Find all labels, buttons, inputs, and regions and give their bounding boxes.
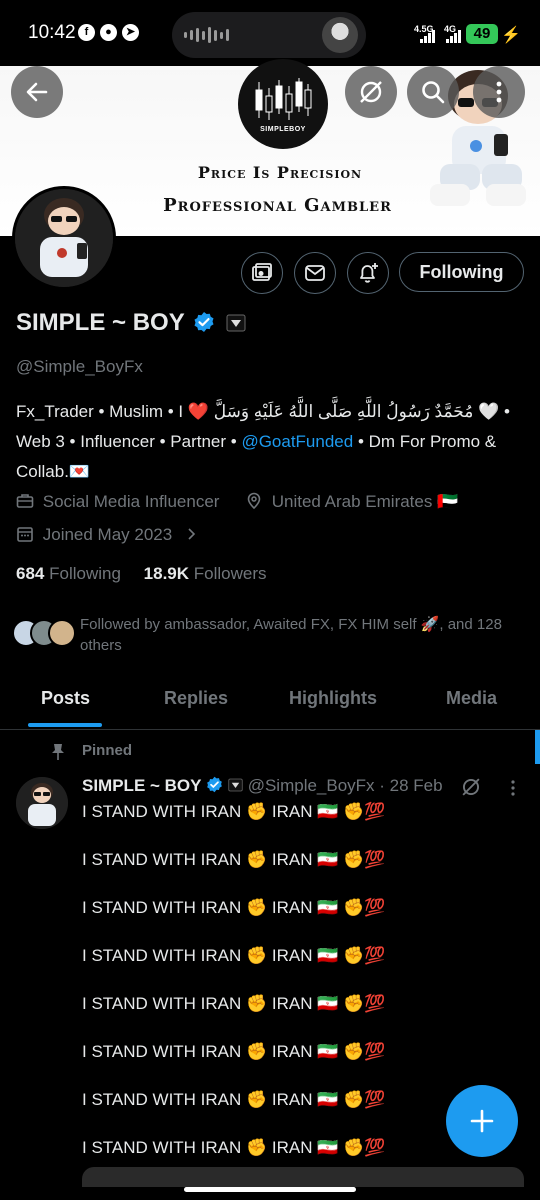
chevron-right-icon: [188, 528, 196, 540]
follow-counts: 684 Following 18.9K Followers: [16, 564, 267, 584]
followers-label: Followers: [193, 564, 267, 583]
subscribe-icon: [252, 263, 272, 281]
profile-category: Social Media Influencer: [16, 492, 219, 512]
post-avatar-image: [16, 777, 68, 829]
tab-indicator: [28, 723, 102, 727]
affiliate-badge-icon: [226, 314, 246, 332]
notification-icons: f ● ➤: [78, 24, 139, 41]
facebook-icon: f: [78, 24, 95, 41]
search-icon: [422, 81, 445, 104]
bio-mention-link[interactable]: @GoatFunded: [241, 432, 353, 451]
island-avatar: [322, 17, 358, 53]
category-text: Social Media Influencer: [42, 492, 220, 511]
avatar-image: [15, 189, 113, 287]
notify-button[interactable]: [347, 252, 389, 294]
profile-handle: @Simple_BoyFx: [16, 357, 143, 376]
profile-name: SIMPLE ~ BOY: [16, 309, 246, 337]
audio-wave-icon: [184, 27, 229, 43]
location-text: United Arab Emirates 🇦🇪: [271, 492, 459, 511]
compose-icon: [470, 1109, 494, 1133]
followed-by-text[interactable]: Followed by ambassador, Awaited FX, FX H…: [80, 614, 520, 656]
following-count: 684: [16, 564, 45, 583]
scroll-indicator: [535, 730, 540, 764]
verified-icon: [194, 312, 214, 332]
tab-highlights[interactable]: Highlights: [289, 688, 377, 709]
signal-icon-2: [446, 30, 461, 43]
post-affiliate-icon: [228, 778, 243, 792]
post-line: I STAND WITH IRAN ✊ IRAN 🇮🇷 ✊💯: [82, 1138, 386, 1157]
post-line: I STAND WITH IRAN ✊ IRAN 🇮🇷 ✊💯: [82, 1042, 386, 1061]
status-time: 10:42: [28, 22, 76, 43]
post-line: I STAND WITH IRAN ✊ IRAN 🇮🇷 ✊💯: [82, 994, 386, 1013]
more-button[interactable]: [473, 66, 525, 118]
post-grok-icon[interactable]: [460, 776, 482, 798]
post-header: SIMPLE ~ BOY @Simple_BoyFx · 28 Feb: [82, 776, 443, 796]
post-line: I STAND WITH IRAN ✊ IRAN 🇮🇷 ✊💯: [82, 802, 386, 821]
post-avatar[interactable]: [16, 777, 68, 829]
telegram-icon: ➤: [122, 24, 139, 41]
grok-button[interactable]: [345, 66, 397, 118]
back-arrow-icon: [26, 82, 48, 102]
signal-icon: [420, 30, 435, 43]
post-line: I STAND WITH IRAN ✊ IRAN 🇮🇷 ✊💯: [82, 898, 386, 917]
post-line: I STAND WITH IRAN ✊ IRAN 🇮🇷 ✊💯: [82, 946, 386, 965]
pinned-label: Pinned: [82, 742, 133, 759]
following-label: Following: [49, 564, 121, 583]
tab-posts[interactable]: Posts: [41, 688, 90, 709]
pin-icon: [52, 744, 64, 760]
post-line: I STAND WITH IRAN ✊ IRAN 🇮🇷 ✊💯: [82, 850, 386, 869]
home-indicator[interactable]: [184, 1187, 356, 1192]
more-icon: [496, 81, 502, 103]
post-line: I STAND WITH IRAN ✊ IRAN 🇮🇷 ✊💯: [82, 1090, 386, 1109]
profile-bio: Fx_Trader • Muslim • I ❤️ مُحَمَّدٌ رَسُ…: [16, 397, 528, 487]
followers-count: 18.9K: [143, 564, 190, 583]
tabs-divider: [0, 729, 540, 730]
briefcase-icon: [16, 494, 34, 508]
grok-icon: [360, 81, 382, 103]
post-author[interactable]: SIMPLE ~ BOY: [82, 776, 202, 795]
following-link[interactable]: 684 Following: [16, 564, 121, 583]
media-preview-edge: [82, 1167, 524, 1187]
following-button[interactable]: Following: [399, 252, 524, 292]
tab-replies[interactable]: Replies: [164, 688, 228, 709]
brand-logo-text: SIMPLEBOY: [260, 126, 306, 133]
profile-location: United Arab Emirates 🇦🇪: [245, 492, 458, 512]
post-handle-date: @Simple_BoyFx · 28 Feb: [247, 776, 443, 795]
joined-text: Joined May 2023: [42, 525, 173, 544]
bell-plus-icon: [360, 263, 378, 283]
message-button[interactable]: [294, 252, 336, 294]
post-verified-icon: [207, 776, 223, 793]
followers-link[interactable]: 18.9K Followers: [144, 564, 267, 583]
charging-icon: ⚡: [501, 27, 521, 44]
search-button[interactable]: [407, 66, 459, 118]
subscribe-button[interactable]: [241, 252, 283, 294]
message-icon: [305, 265, 325, 281]
post-more-icon[interactable]: [504, 779, 522, 797]
compose-button[interactable]: [446, 1085, 518, 1157]
location-icon: [247, 492, 261, 510]
profile-joined[interactable]: Joined May 2023: [16, 525, 199, 545]
battery-indicator: 49: [466, 24, 498, 44]
profile-avatar[interactable]: [12, 186, 116, 290]
back-button[interactable]: [11, 66, 63, 118]
calendar-icon: [17, 527, 33, 542]
followed-by-avatars: [12, 619, 76, 647]
tab-media[interactable]: Media: [446, 688, 497, 709]
candlestick-logo-icon: [255, 78, 312, 120]
snapchat-icon: ●: [100, 24, 117, 41]
profile-name-text: SIMPLE ~ BOY: [16, 309, 185, 336]
